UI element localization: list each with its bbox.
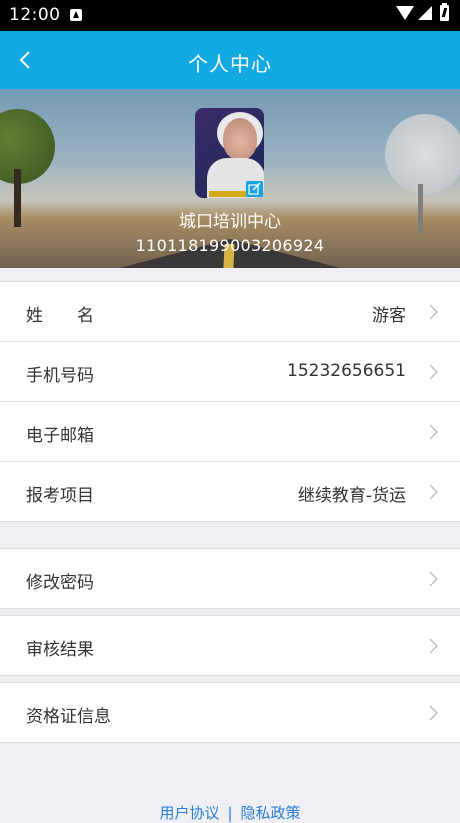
id-number: 110118199003206924 <box>135 236 325 255</box>
chevron-right-icon <box>429 571 438 587</box>
row-label: 姓 名 <box>26 306 94 326</box>
row-phone[interactable]: 手机号码 15232656651 <box>0 342 460 402</box>
row-label: 手机号码 <box>26 366 94 386</box>
notification-icon <box>70 9 82 21</box>
row-label: 报考项目 <box>26 486 94 506</box>
chevron-right-icon <box>429 364 438 380</box>
row-label: 资格证信息 <box>26 707 111 727</box>
chevron-right-icon <box>429 705 438 721</box>
row-label: 修改密码 <box>26 573 94 593</box>
row-exam-project[interactable]: 报考项目 继续教育-货运 <box>0 462 460 521</box>
page-title: 个人中心 <box>188 52 272 76</box>
status-bar: 12:00 <box>0 0 460 31</box>
status-time: 12:00 <box>9 5 61 25</box>
wifi-icon <box>396 6 414 20</box>
signal-icon <box>418 6 432 20</box>
row-value: 继续教育-货运 <box>297 486 406 506</box>
org-name: 城口培训中心 <box>179 212 281 232</box>
battery-icon <box>440 3 449 21</box>
row-label: 电子邮箱 <box>26 426 94 446</box>
change-password-button[interactable]: 修改密码 <box>0 549 460 608</box>
chevron-right-icon <box>429 424 438 440</box>
row-value: 游客 <box>372 306 406 326</box>
chevron-right-icon <box>429 304 438 320</box>
password-group: 修改密码 <box>0 548 460 609</box>
app-bar: 个人中心 <box>0 31 460 89</box>
info-list: 姓 名 游客 手机号码 15232656651 电子邮箱 报考项目 继续教育-货… <box>0 281 460 522</box>
row-label: 审核结果 <box>26 640 94 660</box>
edit-icon[interactable] <box>246 181 263 197</box>
footer-separator: | <box>227 804 233 822</box>
certificate-group: 资格证信息 <box>0 682 460 743</box>
row-name[interactable]: 姓 名 游客 <box>0 282 460 342</box>
row-email[interactable]: 电子邮箱 <box>0 402 460 462</box>
chevron-right-icon <box>429 484 438 500</box>
footer-links: 用户协议 | 隐私政策 <box>0 802 460 823</box>
privacy-policy-link[interactable]: 隐私政策 <box>241 804 301 822</box>
user-agreement-link[interactable]: 用户协议 <box>159 804 219 822</box>
review-group: 审核结果 <box>0 615 460 676</box>
review-result-button[interactable]: 审核结果 <box>0 616 460 675</box>
certificate-info-button[interactable]: 资格证信息 <box>0 683 460 742</box>
row-value: 15232656651 <box>287 361 406 381</box>
chevron-right-icon <box>429 638 438 654</box>
